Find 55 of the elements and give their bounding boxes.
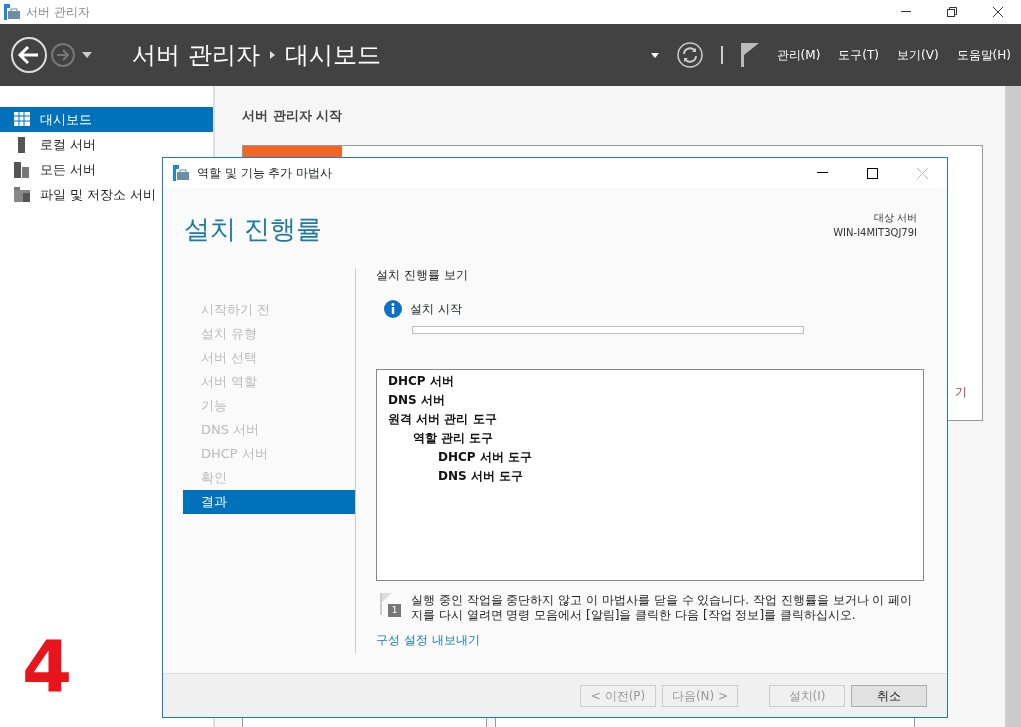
annotation-number: 4 bbox=[22, 630, 73, 702]
feature-item: DHCP 서버 bbox=[388, 373, 455, 390]
separator-icon bbox=[720, 46, 723, 64]
feature-item: 원격 서버 관리 도구 bbox=[388, 411, 498, 428]
feature-item: DNS 서버 도구 bbox=[437, 468, 524, 485]
app-icon bbox=[4, 4, 20, 20]
refresh-icon[interactable] bbox=[676, 42, 703, 68]
window-title: 서버 관리자 bbox=[26, 4, 90, 21]
feature-item: 역할 관리 도구 bbox=[412, 430, 495, 447]
section-title: 설치 진행률 보기 bbox=[376, 267, 469, 284]
sidebar-label[interactable]: 파일 및 저장소 서비 bbox=[40, 184, 157, 205]
app-icon bbox=[173, 165, 189, 181]
breadcrumb-item[interactable]: 대시보드 bbox=[284, 37, 381, 73]
export-link[interactable]: 구성 설정 내보내기 bbox=[376, 631, 480, 649]
dropdown-icon[interactable] bbox=[82, 52, 92, 58]
dialog-title: 역할 및 기능 추가 마법사 bbox=[197, 165, 333, 182]
scrollbar[interactable] bbox=[1005, 86, 1021, 727]
page-heading: 설치 진행률 bbox=[184, 213, 323, 246]
sidebar-item[interactable]: 대시보드 bbox=[0, 107, 213, 132]
target-label: 대상 서버 bbox=[872, 211, 917, 225]
close-icon bbox=[993, 7, 1003, 17]
section-heading: 서버 관리자 시작 bbox=[242, 107, 344, 125]
sidebar-item[interactable]: 파일 및 저장소 서비 bbox=[0, 182, 213, 207]
maximize-icon bbox=[866, 167, 878, 179]
notification-count: 1 bbox=[388, 604, 401, 617]
notification-flag-icon bbox=[380, 593, 392, 615]
servers-icon bbox=[14, 161, 30, 178]
menu-item[interactable]: 도움말(H) bbox=[956, 46, 1011, 64]
breadcrumb-item[interactable]: 서버 관리자 bbox=[132, 37, 260, 73]
dashboard-icon bbox=[14, 111, 30, 128]
flag-icon[interactable] bbox=[740, 43, 759, 67]
wizard-step[interactable]: 결과 bbox=[183, 490, 355, 514]
menu-item[interactable]: 보기(V) bbox=[897, 46, 939, 64]
target-server-name: WIN-I4MIT3QJ79I bbox=[833, 226, 917, 240]
close-icon bbox=[916, 167, 928, 179]
minimize-icon bbox=[901, 11, 911, 13]
chevron-icon bbox=[269, 51, 275, 59]
sidebar-label[interactable]: 로컬 서버 bbox=[40, 134, 97, 155]
feature-item: DNS 서버 bbox=[388, 392, 446, 409]
wizard-button[interactable]: 취소 bbox=[851, 684, 927, 707]
feature-item: DHCP 서버 도구 bbox=[437, 449, 533, 466]
link-text[interactable]: 기 bbox=[955, 383, 967, 401]
restore-icon bbox=[947, 7, 957, 17]
menu-item[interactable]: 도구(T) bbox=[838, 46, 880, 64]
note-text: 실행 중인 작업을 중단하지 않고 이 마법사를 닫을 수 있습니다. 작업 진행률을 보거나 이 페이지를 다시 열려면 명령 모음에서 [알림]을 클릭한 다음 [작업 정보]를 클릭하십시오. bbox=[411, 593, 914, 623]
sidebar-label[interactable]: 대시보드 bbox=[40, 109, 92, 130]
folder-icon bbox=[14, 186, 30, 203]
minimize-icon bbox=[816, 172, 828, 174]
sidebar-label[interactable]: 모든 서버 bbox=[40, 159, 97, 180]
menu-item[interactable]: 관리(M) bbox=[776, 46, 821, 64]
status-text: 설치 시작 bbox=[410, 301, 462, 318]
info-icon bbox=[384, 300, 402, 318]
dropdown-icon[interactable] bbox=[650, 52, 659, 58]
back-icon[interactable] bbox=[10, 36, 48, 74]
sidebar-item[interactable]: 로컬 서버 bbox=[0, 132, 213, 157]
